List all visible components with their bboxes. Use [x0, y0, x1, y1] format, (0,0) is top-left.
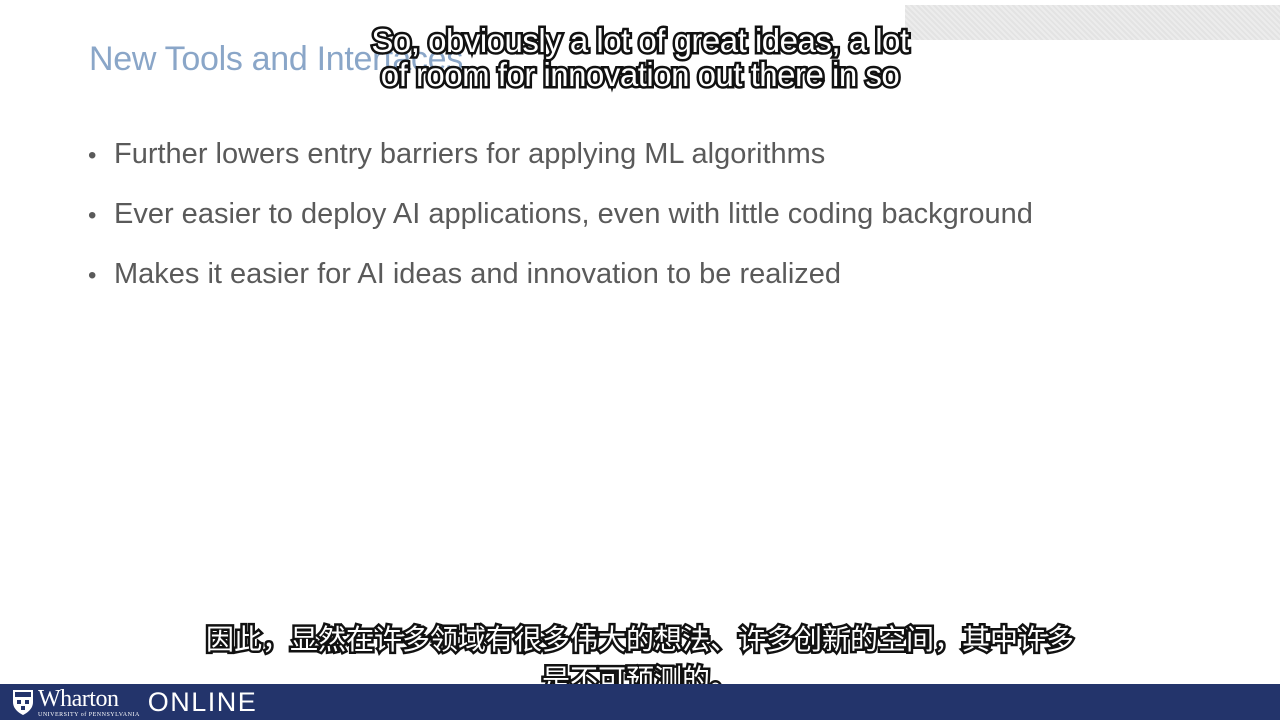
- bullet-text: Ever easier to deploy AI applications, e…: [114, 198, 1033, 230]
- bullet-item: • Makes it easier for AI ideas and innov…: [88, 258, 1033, 318]
- english-caption: So, obviously a lot of great ideas, a lo…: [0, 21, 1280, 94]
- bullet-list: • Further lowers entry barriers for appl…: [88, 138, 1033, 318]
- chinese-caption-line: 因此，显然在许多领域有很多伟大的想法、许多创新的空间，其中许多: [203, 621, 1076, 659]
- bullet-text: Makes it easier for AI ideas and innovat…: [114, 258, 842, 290]
- bullet-marker: •: [88, 202, 97, 229]
- online-label: ONLINE: [147, 686, 258, 717]
- bullet-item: • Further lowers entry barriers for appl…: [88, 138, 1033, 198]
- wharton-wordmark: Wharton UNIVERSITY of PENNSYLVANIA: [38, 687, 140, 718]
- bullet-marker: •: [88, 142, 97, 169]
- wharton-online-logo: Wharton UNIVERSITY of PENNSYLVANIA ONLIN…: [12, 686, 257, 718]
- university-name: UNIVERSITY of PENNSYLVANIA: [38, 711, 140, 718]
- english-caption-line: of room for innovation out there in so: [378, 55, 902, 94]
- bullet-item: • Ever easier to deploy AI applications,…: [88, 198, 1033, 258]
- slide-canvas: New Tools and Interfaces • Further lower…: [0, 0, 1280, 684]
- wharton-brand: Wharton: [38, 685, 119, 712]
- bullet-marker: •: [88, 262, 97, 289]
- bullet-text: Further lowers entry barriers for applyi…: [114, 138, 826, 170]
- shield-icon: [13, 690, 33, 715]
- footer-bar: Wharton UNIVERSITY of PENNSYLVANIA ONLIN…: [0, 684, 1280, 720]
- english-caption-line: So, obviously a lot of great ideas, a lo…: [369, 21, 912, 60]
